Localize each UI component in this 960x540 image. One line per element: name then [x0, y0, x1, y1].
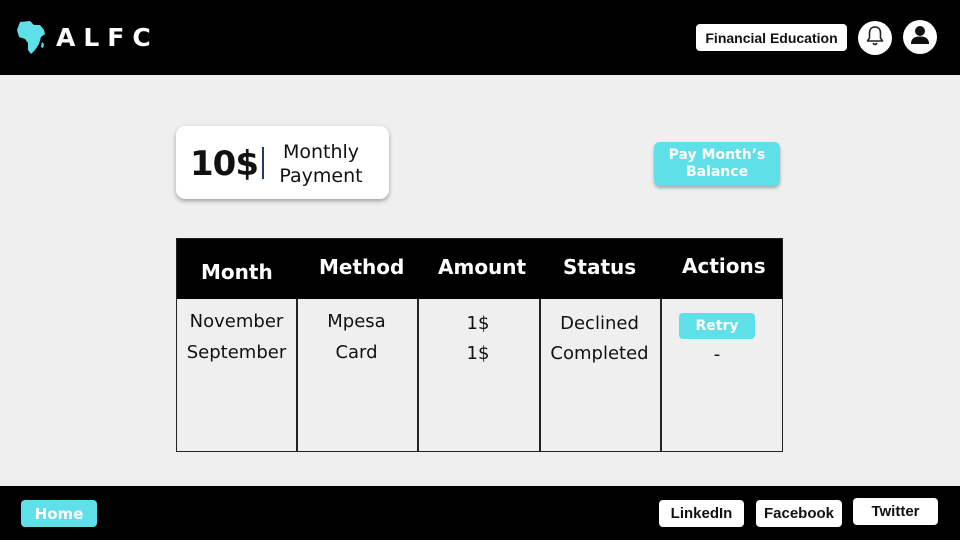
divider	[262, 147, 264, 179]
facebook-button[interactable]: Facebook	[756, 500, 842, 527]
financial-education-button[interactable]: Financial Education	[696, 24, 847, 51]
table-cell-amount: 1$	[466, 313, 490, 334]
table-cell-status: Completed	[550, 343, 649, 364]
linkedin-button[interactable]: LinkedIn	[659, 500, 744, 527]
notifications-button[interactable]	[858, 21, 892, 55]
column-header-actions: Actions	[682, 254, 766, 278]
payments-table: Month Method Amount Status Actions Novem…	[176, 238, 783, 452]
pay-month-balance-button[interactable]: Pay Month’s Balance	[654, 142, 780, 186]
brand-logo[interactable]: ALFC	[16, 19, 159, 55]
monthly-payment-label: Monthly Payment	[279, 141, 363, 187]
table-cell-amount: 1$	[466, 343, 490, 364]
home-button[interactable]: Home	[21, 500, 97, 527]
table-header: Month Method Amount Status Actions	[177, 239, 782, 299]
column-divider	[660, 299, 662, 451]
column-header-amount: Amount	[438, 255, 527, 279]
column-header-status: Status	[563, 255, 637, 279]
profile-button[interactable]	[903, 20, 937, 54]
table-cell-status: Declined	[560, 313, 639, 334]
table-cell-method: Mpesa	[327, 311, 386, 332]
monthly-payment-amount: 10$	[190, 144, 259, 184]
logo-text: ALFC	[56, 22, 159, 52]
table-cell-method: Card	[335, 342, 378, 363]
bell-icon	[865, 25, 885, 52]
twitter-button[interactable]: Twitter	[853, 498, 938, 525]
user-icon	[909, 24, 931, 51]
table-cell-month: September	[186, 342, 287, 363]
column-header-month: Month	[201, 260, 273, 284]
table-cell-month: November	[189, 311, 284, 332]
footer: Home LinkedIn Facebook Twitter	[0, 486, 960, 540]
retry-button[interactable]: Retry	[679, 313, 755, 339]
column-header-method: Method	[319, 255, 405, 279]
table-cell-action: -	[713, 344, 721, 365]
top-header: ALFC Financial Education	[0, 0, 960, 75]
monthly-payment-card: 10$ Monthly Payment	[176, 126, 389, 199]
africa-map-icon	[16, 20, 46, 55]
